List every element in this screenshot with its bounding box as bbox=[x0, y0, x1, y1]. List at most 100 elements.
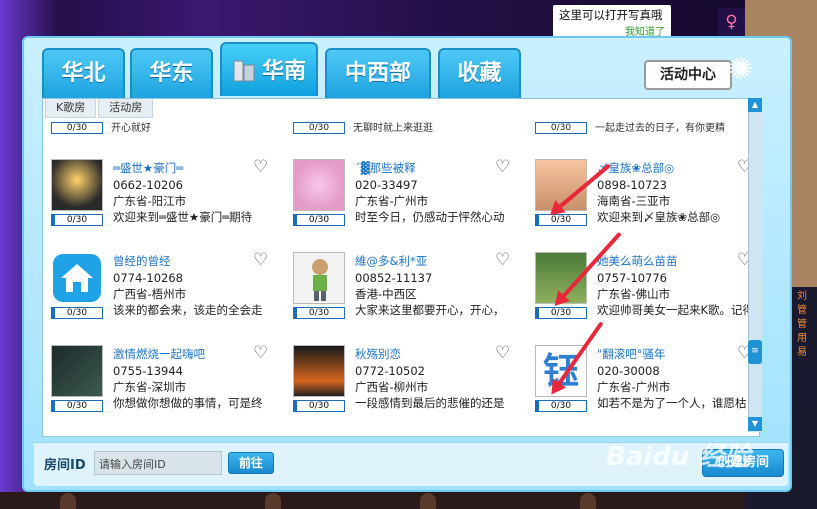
room-list-scrollbar[interactable] bbox=[748, 98, 762, 432]
tab-south[interactable]: 华南 bbox=[220, 42, 318, 96]
room-card[interactable]: 0/30 ═盛世★豪门═ ♡ 0662-10206 广东省-阳江市 欢迎来到═盛… bbox=[47, 159, 279, 239]
room-id: 0772-10502 bbox=[355, 364, 425, 378]
room-id: 020-33497 bbox=[355, 178, 418, 192]
room-card[interactable]: 0/30 曾经的曾经 ♡ 0774-10268 广西省-梧州市 该来的都会来，该… bbox=[47, 252, 279, 332]
room-id: 00852-11137 bbox=[355, 271, 433, 285]
tab-label: 华南 bbox=[261, 59, 306, 84]
tab-east[interactable]: 华东 bbox=[130, 48, 213, 98]
room-location: 广东省-广州市 bbox=[355, 194, 429, 208]
room-desc: 如若不是为了一个人，谁愿枯 bbox=[597, 396, 747, 410]
room-desc: 时至今日，仍感动于怦然心动 bbox=[355, 210, 505, 224]
room-location: 广西省-柳州市 bbox=[355, 380, 429, 394]
tab-label: 收藏 bbox=[457, 61, 502, 86]
room-occupancy: 0/30 bbox=[535, 122, 587, 134]
watermark-text: Baidu 经验 bbox=[606, 442, 751, 472]
favorite-heart-icon[interactable]: ♡ bbox=[495, 345, 513, 362]
room-thumbnail bbox=[51, 159, 103, 211]
room-desc: 你想做你想做的事情，可是终 bbox=[113, 396, 263, 410]
room-thumbnail bbox=[293, 159, 345, 211]
home-app-icon bbox=[51, 252, 103, 304]
room-location: 广东省-广州市 bbox=[597, 380, 671, 394]
favorite-heart-icon[interactable]: ♡ bbox=[495, 252, 513, 269]
room-id: 0755-13944 bbox=[113, 364, 183, 378]
tooltip-notice: 这里可以打开写真哦 我知道了 bbox=[553, 5, 671, 39]
avatar[interactable] bbox=[420, 493, 436, 509]
room-location: 海南省-三亚市 bbox=[597, 194, 671, 208]
scroll-down-arrow-icon[interactable]: ▼ bbox=[748, 417, 762, 431]
room-id: 0757-10776 bbox=[597, 271, 667, 285]
room-occupancy: 0/30 bbox=[293, 400, 345, 412]
side-panel-text: 刘 管 管 用 易 bbox=[797, 291, 807, 358]
room-desc: 无聊时就上来逛逛 bbox=[353, 123, 433, 134]
room-occupancy: 0/30 bbox=[51, 122, 103, 134]
room-name[interactable]: 曾经的曾经 bbox=[113, 253, 253, 269]
room-name[interactable]: ˊ▓那些被释 bbox=[355, 160, 495, 176]
room-card[interactable]: 钰 0/30 "翻滚吧°骚年 ♡ 020-30008 广东省-广州市 如若不是为… bbox=[531, 345, 759, 425]
room-desc: 欢迎帅哥美女一起来K歌。记得 bbox=[597, 303, 755, 317]
go-button[interactable]: 前往 bbox=[228, 452, 274, 474]
room-location: 广东省-深圳市 bbox=[113, 380, 187, 394]
room-location: 广西省-梧州市 bbox=[113, 287, 187, 301]
room-location: 广东省-阳江市 bbox=[113, 194, 187, 208]
activity-center-button[interactable]: 活动中心 bbox=[644, 60, 732, 90]
subtab-ktv[interactable]: K歌房 bbox=[45, 99, 97, 118]
scroll-thumb[interactable]: ≡ bbox=[748, 340, 762, 364]
room-id: 020-30008 bbox=[597, 364, 660, 378]
room-desc: 欢迎来到〆皇族❀总部◎ bbox=[597, 210, 721, 224]
female-icon[interactable]: ♀ bbox=[718, 8, 745, 36]
room-id: 0662-10206 bbox=[113, 178, 183, 192]
tab-north[interactable]: 华北 bbox=[42, 48, 125, 98]
room-name[interactable]: 秋殇别恋 bbox=[355, 346, 495, 362]
room-type-subtabs: K歌房 活动房 bbox=[45, 99, 154, 118]
room-name[interactable]: 激情燃烧一起嗨吧 bbox=[113, 346, 253, 362]
avatar[interactable] bbox=[60, 493, 76, 509]
room-occupancy: 0/30 bbox=[51, 214, 103, 226]
avatar[interactable] bbox=[580, 493, 596, 509]
room-occupancy: 0/30 bbox=[293, 214, 345, 226]
room-occupancy: 0/30 bbox=[51, 307, 103, 319]
room-browser-dialog: 华北 华东 华南 中西部 收藏 活动中心 ✺ K歌房 活动房 0/30 开心就好… bbox=[22, 36, 792, 492]
room-id: 0774-10268 bbox=[113, 271, 183, 285]
tab-label: 中西部 bbox=[344, 61, 411, 86]
room-location: 香港-中西区 bbox=[355, 287, 417, 301]
room-id-input[interactable]: 请输入房间ID bbox=[94, 451, 222, 475]
room-occupancy: 0/30 bbox=[293, 122, 345, 134]
room-desc: 欢迎来到═盛世★豪门═期待 bbox=[113, 210, 253, 224]
room-desc: 开心就好 bbox=[111, 123, 151, 134]
room-card[interactable]: 0/30 激情燃烧一起嗨吧 ♡ 0755-13944 广东省-深圳市 你想做你想… bbox=[47, 345, 279, 425]
room-desc: 一起走过去的日子，有你更精 bbox=[595, 123, 725, 134]
room-name[interactable]: 〆皇族❀总部◎ bbox=[597, 160, 737, 176]
room-thumbnail bbox=[293, 345, 345, 397]
notice-text: 这里可以打开写真哦 bbox=[559, 8, 663, 22]
room-card[interactable]: 0/30 ˊ▓那些被释 ♡ 020-33497 广东省-广州市 时至今日，仍感动… bbox=[289, 159, 521, 239]
favorite-heart-icon[interactable]: ♡ bbox=[253, 345, 271, 362]
tab-label: 华北 bbox=[61, 61, 106, 86]
room-occupancy: 0/30 bbox=[51, 400, 103, 412]
room-card[interactable]: 0/30 秋殇别恋 ♡ 0772-10502 广西省-柳州市 一段感情到最后的悲… bbox=[289, 345, 521, 425]
room-occupancy: 0/30 bbox=[535, 400, 587, 412]
activity-swirl-icon: ✺ bbox=[728, 52, 754, 87]
building-icon bbox=[233, 60, 255, 82]
tab-central-west[interactable]: 中西部 bbox=[325, 48, 431, 98]
favorite-heart-icon[interactable]: ♡ bbox=[253, 159, 271, 176]
avatar[interactable] bbox=[265, 493, 281, 509]
room-location: 广东省-佛山市 bbox=[597, 287, 671, 301]
room-name[interactable]: 她美么萌么苗苗 bbox=[597, 253, 737, 269]
room-thumbnail bbox=[51, 345, 103, 397]
favorite-heart-icon[interactable]: ♡ bbox=[495, 159, 513, 176]
tab-favorites[interactable]: 收藏 bbox=[438, 48, 521, 98]
room-name[interactable]: "翻滚吧°骚年 bbox=[597, 346, 737, 362]
room-name[interactable]: ═盛世★豪门═ bbox=[113, 160, 253, 176]
room-list-panel: K歌房 活动房 0/30 开心就好 0/30 无聊时就上来逛逛 0/30 一起走… bbox=[42, 98, 760, 437]
tab-label: 华东 bbox=[149, 61, 194, 86]
favorite-heart-icon[interactable]: ♡ bbox=[253, 252, 271, 269]
room-card[interactable]: 0/30 維@多&利*亚 ♡ 00852-11137 香港-中西区 大家来这里都… bbox=[289, 252, 521, 332]
room-id-label: 房间ID bbox=[44, 458, 86, 473]
room-desc: 一段感情到最后的悲催的还是 bbox=[355, 396, 505, 410]
room-name[interactable]: 維@多&利*亚 bbox=[355, 253, 495, 269]
room-desc: 该来的都会来，该走的全会走 bbox=[113, 303, 263, 317]
scroll-up-arrow-icon[interactable]: ▲ bbox=[748, 98, 762, 112]
subtab-activity[interactable]: 活动房 bbox=[98, 99, 154, 118]
room-desc: 大家来这里都要开心，开心， bbox=[355, 303, 505, 317]
bottom-avatar-strip bbox=[0, 492, 745, 509]
